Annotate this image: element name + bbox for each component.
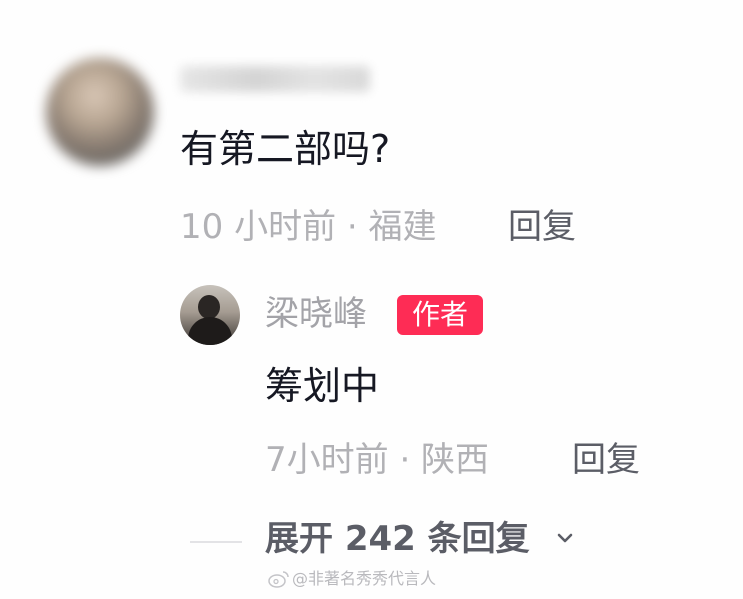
chevron-down-icon[interactable] bbox=[557, 530, 573, 546]
commenter-avatar[interactable] bbox=[46, 58, 154, 166]
expand-replies-button[interactable]: 展开 242 条回复 bbox=[265, 522, 530, 556]
expand-divider bbox=[190, 541, 242, 543]
author-reply-meta: 7小时前 · 陕西 bbox=[265, 440, 490, 480]
weibo-icon bbox=[268, 571, 289, 588]
commenter-username-blurred bbox=[180, 66, 370, 92]
watermark-text: @非著名秀秀代言人 bbox=[292, 569, 437, 588]
comment-text: 有第二部吗? bbox=[180, 127, 391, 171]
author-avatar[interactable] bbox=[180, 285, 240, 345]
author-reply-button[interactable]: 回复 bbox=[572, 443, 640, 477]
author-name[interactable]: 梁晓峰 bbox=[265, 297, 367, 331]
comment-meta: 10 小时前 · 福建 bbox=[180, 207, 437, 247]
author-badge: 作者 bbox=[397, 295, 483, 335]
author-reply-text: 筹划中 bbox=[265, 364, 380, 408]
comment-reply-button[interactable]: 回复 bbox=[508, 210, 576, 244]
comment-thread: 有第二部吗? 10 小时前 · 福建 回复 梁晓峰 作者 筹划中 7小时前 · … bbox=[0, 0, 743, 599]
